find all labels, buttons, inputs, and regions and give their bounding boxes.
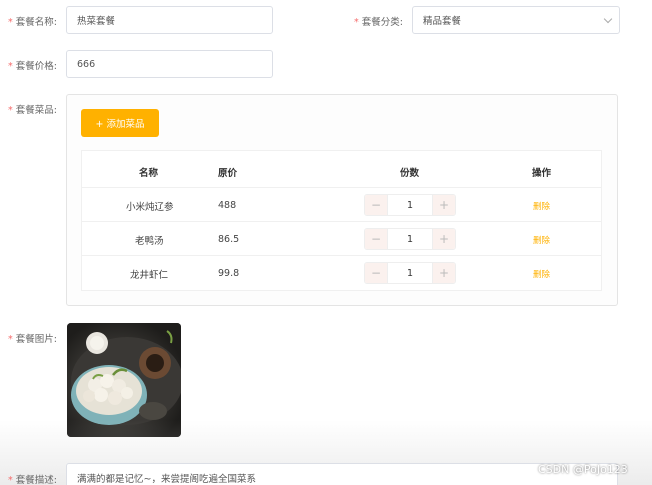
quantity-value[interactable]: 1 bbox=[387, 195, 433, 215]
minus-button[interactable]: − bbox=[365, 263, 387, 283]
dish-price: 488 bbox=[218, 200, 237, 211]
quantity-value[interactable]: 1 bbox=[387, 229, 433, 249]
dish-price: 86.5 bbox=[218, 234, 240, 245]
dish-name: 龙井虾仁 bbox=[130, 270, 169, 281]
plus-button[interactable]: + bbox=[433, 229, 455, 249]
dishes-label: * 套餐菜品: bbox=[8, 105, 57, 116]
delete-link[interactable]: 删除 bbox=[533, 234, 550, 246]
row-divider bbox=[82, 255, 601, 256]
col-header-action: 操作 bbox=[532, 168, 552, 179]
row-divider bbox=[82, 187, 601, 188]
minus-button[interactable]: − bbox=[365, 229, 387, 249]
category-select[interactable]: 精品套餐 bbox=[412, 6, 620, 34]
dish-price: 99.8 bbox=[218, 268, 240, 279]
description-label: * 套餐描述: bbox=[8, 475, 57, 485]
minus-button[interactable]: − bbox=[365, 195, 387, 215]
plus-button[interactable]: + bbox=[433, 263, 455, 283]
quantity-stepper: − 1 + bbox=[364, 262, 456, 284]
image-label: * 套餐图片: bbox=[8, 334, 57, 345]
chevron-down-icon bbox=[603, 14, 613, 24]
col-header-price: 原价 bbox=[218, 168, 238, 179]
price-label: * 套餐价格: bbox=[8, 61, 57, 72]
col-header-name: 名称 bbox=[139, 168, 159, 179]
name-input-value: 热菜套餐 bbox=[77, 16, 116, 27]
add-dish-button[interactable]: + 添加菜品 bbox=[81, 109, 159, 137]
name-input[interactable]: 热菜套餐 bbox=[66, 6, 273, 34]
quantity-value[interactable]: 1 bbox=[387, 263, 433, 283]
watermark: CSDN @PoJo123 bbox=[538, 463, 628, 476]
quantity-stepper: − 1 + bbox=[364, 194, 456, 216]
dish-name: 小米炖辽参 bbox=[126, 202, 174, 213]
description-textarea[interactable]: 满满的都是记忆~，来尝提阁吃遍全国菜系 bbox=[66, 463, 618, 485]
delete-link[interactable]: 删除 bbox=[533, 268, 550, 280]
description-value: 满满的都是记忆~，来尝提阁吃遍全国菜系 bbox=[77, 474, 256, 485]
quantity-stepper: − 1 + bbox=[364, 228, 456, 250]
name-label: * 套餐名称: bbox=[8, 17, 57, 28]
dish-name: 老鸭汤 bbox=[135, 236, 164, 247]
plus-button[interactable]: + bbox=[433, 195, 455, 215]
price-input-value: 666 bbox=[77, 58, 96, 70]
price-input[interactable]: 666 bbox=[66, 50, 273, 78]
col-header-qty: 份数 bbox=[400, 168, 420, 179]
delete-link[interactable]: 删除 bbox=[533, 200, 550, 212]
category-label: * 套餐分类: bbox=[354, 17, 403, 28]
category-select-value: 精品套餐 bbox=[423, 16, 462, 27]
row-divider bbox=[82, 221, 601, 222]
